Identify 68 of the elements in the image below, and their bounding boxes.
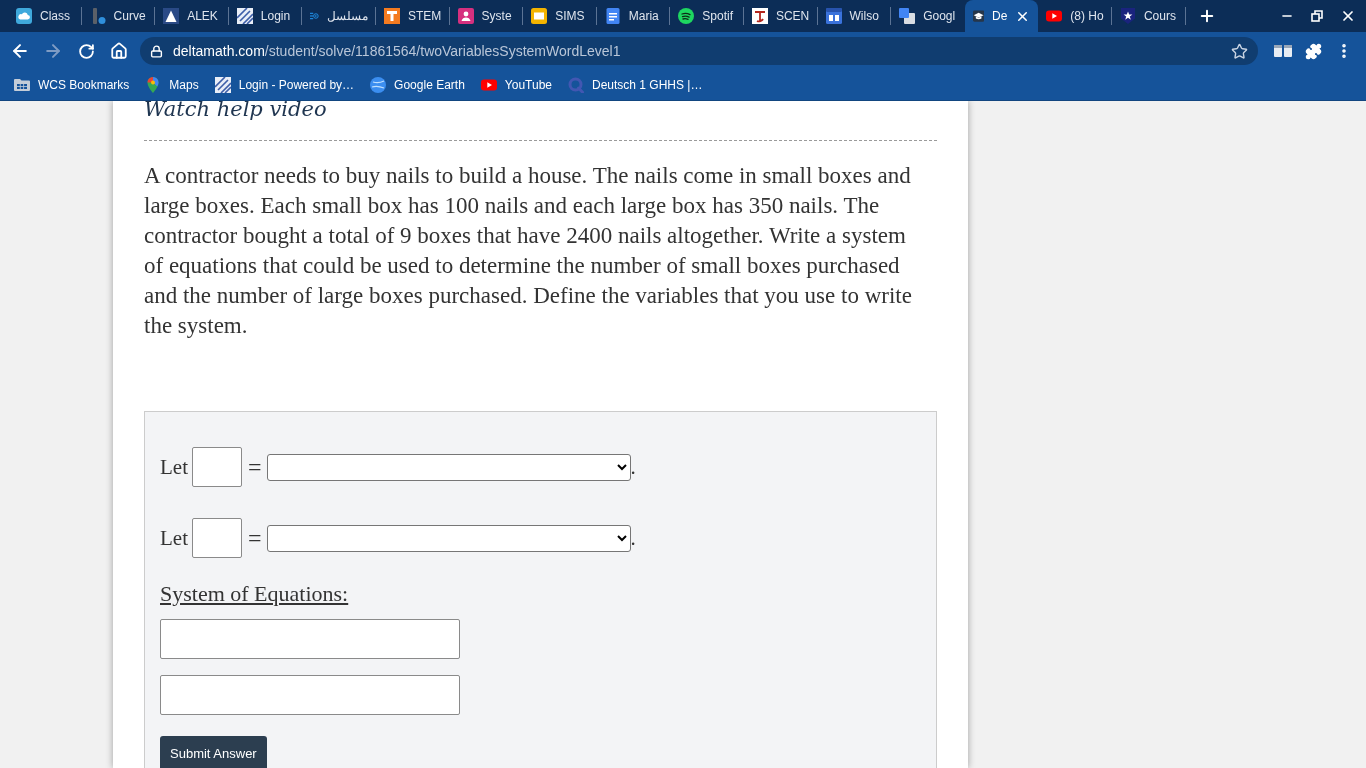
browser-tab[interactable]: SIMS <box>523 0 597 32</box>
play-icon <box>480 77 497 93</box>
ring-icon <box>568 77 584 93</box>
home-icon[interactable] <box>110 42 128 60</box>
equation-input[interactable] <box>160 675 460 715</box>
bookmark-item[interactable]: WCS Bookmarks <box>6 73 138 97</box>
browser-tab[interactable]: مسلسل <box>302 0 376 32</box>
submit-button[interactable]: Submit Answer <box>160 736 267 768</box>
graduation-cap-icon <box>972 8 984 24</box>
shield-star-icon <box>1119 8 1136 24</box>
section-heading: System of Equations: <box>160 580 349 608</box>
browser-tab[interactable]: Class <box>8 0 82 32</box>
browser-tab[interactable]: SCEN <box>743 0 818 32</box>
reload-icon[interactable] <box>77 42 95 60</box>
calendar-icon <box>825 8 842 24</box>
triangle-icon <box>163 8 180 24</box>
slides-icon <box>531 8 548 24</box>
reading-list-icon[interactable] <box>1274 45 1292 57</box>
browser-tab[interactable]: STEM <box>375 0 450 32</box>
dropdown-select[interactable] <box>266 453 631 481</box>
play-icon <box>1046 8 1063 24</box>
waves-icon <box>678 8 695 24</box>
stripes-icon <box>214 77 231 93</box>
variable-input[interactable] <box>192 518 242 558</box>
browser-tab[interactable]: Cours <box>1111 0 1186 32</box>
cloud-icon <box>16 8 32 24</box>
browser-tab[interactable]: Login <box>228 0 303 32</box>
let-text: Let <box>160 454 188 480</box>
lock-icon <box>150 44 163 58</box>
url-text: deltamath.com/student/solve/11861564/twoVariablesSystemWordLevel1 <box>173 43 621 59</box>
tile-icon <box>383 8 400 24</box>
person-icon <box>457 8 474 24</box>
address-bar[interactable]: deltamath.com/student/solve/11861564/twoVariablesSystemWordLevel1 <box>140 37 1258 65</box>
puzzle-icon[interactable] <box>1304 42 1322 60</box>
equals-sign: = <box>248 455 262 479</box>
globe-icon <box>370 77 387 93</box>
browser-tab[interactable]: Spotif <box>670 0 744 32</box>
bookmark-item[interactable]: Login - Powered by… <box>206 73 363 97</box>
restore-icon[interactable] <box>1311 10 1323 22</box>
document-icon <box>604 8 621 24</box>
translate-icon <box>899 8 916 24</box>
browser-tab[interactable]: Wilso <box>817 0 892 32</box>
bookmark-item[interactable]: Google Earth <box>362 73 473 97</box>
folder-icon <box>14 77 30 93</box>
period-text: . <box>630 525 636 551</box>
equation-input[interactable] <box>160 619 460 659</box>
back-arrow-icon[interactable] <box>10 41 30 61</box>
browser-tab[interactable]: (8) Ho <box>1038 0 1112 32</box>
equals-sign: = <box>248 526 262 550</box>
variable-input[interactable] <box>192 447 242 487</box>
emblem-icon <box>751 8 768 24</box>
period-text: . <box>630 454 636 480</box>
star-icon[interactable] <box>1231 42 1248 60</box>
dropdown-select[interactable] <box>266 524 631 552</box>
browser-tab[interactable]: Googl <box>891 0 965 32</box>
let-text: Let <box>160 525 188 551</box>
stripes-icon <box>236 8 253 24</box>
browser-tab[interactable]: Maria <box>596 0 671 32</box>
browser-tab[interactable]: Curve <box>81 0 156 32</box>
browser-tab[interactable]: Syste <box>449 0 524 32</box>
browser-tab[interactable]: ALEK <box>155 0 229 32</box>
close-icon[interactable] <box>1340 8 1356 24</box>
bookmark-item[interactable]: Maps <box>137 73 207 97</box>
bookmark-item[interactable]: Deutsch 1 GHHS |… <box>560 73 711 97</box>
problem-text: A contractor needs to buy nails to build a house. The nails come in small boxes and large boxes. Each small box has 100 nails and each large box has 350 nails. The contractor bought a total of 9 boxes that have 2400 nails altogether. Write a system of equations that could be used to determine the number of small boxes purchased and the number of large boxes purchased. Define the variables that you use to write the system. <box>144 162 913 340</box>
bookmark-item[interactable]: YouTube <box>472 73 560 97</box>
browser-tab[interactable]: De <box>964 0 1039 32</box>
forward-arrow-icon[interactable] <box>43 41 63 61</box>
